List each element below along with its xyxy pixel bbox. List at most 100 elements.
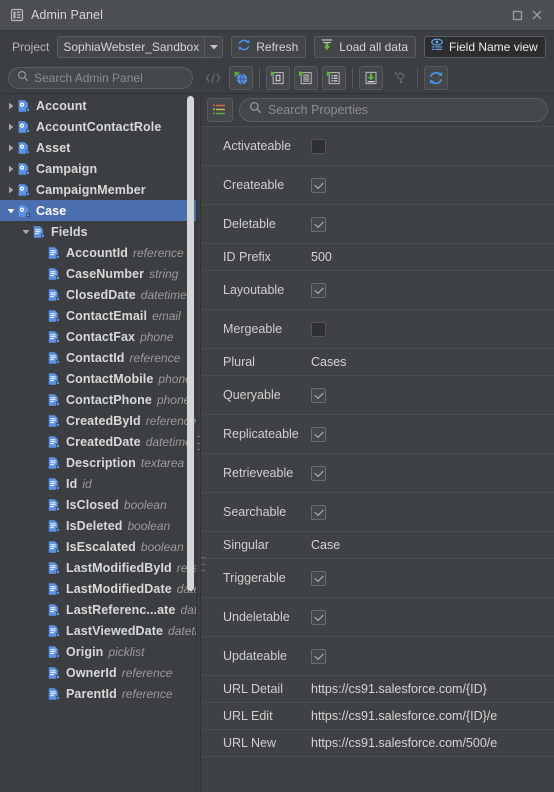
tree-row-lastmodifieddate[interactable]: LastModifiedDatedatetime [0,578,196,599]
tree-row-lastvieweddate[interactable]: LastViewedDate datetime [0,620,196,641]
project-select[interactable]: SophiaWebster_Sandbox [57,35,224,58]
tree-row-ownerid[interactable]: OwnerId reference [0,662,196,683]
object-tree: Account AccountContactRole Asset Campaign Ca… [0,94,196,704]
field-name-view-button[interactable]: Field Name view [424,35,546,58]
sobject-icon [17,141,32,155]
property-row[interactable]: URL Detail https://cs91.salesforce.com/{I… [201,676,554,703]
tree-row-accountcontactrole[interactable]: AccountContactRole [0,116,196,137]
tree-row-description[interactable]: Description textarea [0,452,196,473]
tree-row-label: AccountContactRole [36,119,162,134]
tree-row-fields[interactable]: Fields [0,221,196,242]
tree-row-account[interactable]: Account [0,95,196,116]
property-checkbox[interactable] [311,138,326,154]
tree-row-campaignmember[interactable]: CampaignMember [0,179,196,200]
tree-row-type: reference [133,245,184,260]
tree-row-contactid[interactable]: ContactId reference [0,347,196,368]
tree-row-contactemail[interactable]: ContactEmail email [0,305,196,326]
tree-row-label: Id [66,476,78,491]
refresh-button[interactable]: Refresh [231,35,307,58]
sync-refresh-icon[interactable] [424,65,448,90]
refresh-button-label: Refresh [256,39,299,54]
chevron-right-icon[interactable] [4,123,17,131]
property-row[interactable]: Retrieveable [201,454,554,493]
layout-describe-icon[interactable] [294,65,318,90]
tree-row-isescalated[interactable]: IsEscalated boolean [0,536,196,557]
chevron-right-icon[interactable] [4,165,17,173]
property-key: Plural [223,355,255,369]
sobject-icon [17,120,32,134]
tree-row-isdeleted[interactable]: IsDeleted boolean [0,515,196,536]
chevron-right-icon[interactable] [4,102,17,110]
property-checkbox[interactable] [311,648,326,664]
tree-row-accountid[interactable]: AccountId reference [0,242,196,263]
tree-row-origin[interactable]: Origin picklist [0,641,196,662]
property-row[interactable]: Updateable [201,637,554,676]
tree-row-parentid[interactable]: ParentId reference [0,683,196,704]
property-row[interactable]: Singular Case [201,532,554,559]
tree-row-label: Case [36,203,67,218]
tree-row-createdbyid[interactable]: CreatedById reference [0,410,196,431]
add-key-icon[interactable] [387,66,411,90]
code-view-icon[interactable] [201,66,225,90]
search-admin-panel[interactable]: Search Admin Panel [8,66,193,89]
property-checkbox[interactable] [311,504,326,520]
property-row[interactable]: Searchable [201,493,554,532]
chevron-right-icon[interactable] [4,144,17,152]
tree-row-contactfax[interactable]: ContactFax phone [0,326,196,347]
property-row[interactable]: Queryable [201,376,554,415]
tree-scrollbar[interactable] [187,96,194,591]
tree-row-id[interactable]: Id id [0,473,196,494]
tree-row-case[interactable]: Case [0,200,196,221]
property-row[interactable]: Createable [201,166,554,205]
property-row[interactable]: Mergeable [201,310,554,349]
property-row[interactable]: Activateable [201,127,554,166]
tree-row-createddate[interactable]: CreatedDate datetime [0,431,196,452]
list-describe-icon[interactable] [322,65,346,90]
tree-row-casenumber[interactable]: CaseNumber string [0,263,196,284]
properties-resize-grip[interactable] [201,557,205,571]
tree-row-campaign[interactable]: Campaign [0,158,196,179]
sobject-icon [17,99,32,113]
property-row[interactable]: Plural Cases [201,349,554,376]
chevron-down-icon[interactable] [19,228,32,236]
property-row[interactable]: Triggerable [201,559,554,598]
property-row[interactable]: ID Prefix 500 [201,244,554,271]
tree-row-label: ContactFax [66,329,136,344]
tree-row-isclosed[interactable]: IsClosed boolean [0,494,196,515]
property-checkbox[interactable] [311,426,326,442]
property-row[interactable]: URL New https://cs91.salesforce.com/500/e [201,730,554,757]
property-row[interactable]: Layoutable [201,271,554,310]
close-icon[interactable] [528,6,546,24]
globe-refresh-icon[interactable] [229,65,253,90]
property-checkbox[interactable] [311,177,326,193]
property-row[interactable]: Replicateable [201,415,554,454]
tree-row-lastmodifiedbyid[interactable]: LastModifiedByIdreference [0,557,196,578]
chevron-right-icon[interactable] [4,186,17,194]
search-properties-input[interactable]: Search Properties [239,98,548,122]
field-name-view-icon [430,38,444,55]
tree-row-closeddate[interactable]: ClosedDate datetime [0,284,196,305]
property-checkbox[interactable] [311,216,326,232]
property-key: Replicateable [223,427,299,441]
property-row[interactable]: URL Edit https://cs91.salesforce.com/{ID}… [201,703,554,730]
property-checkbox[interactable] [311,570,326,586]
property-checkbox[interactable] [311,465,326,481]
property-row[interactable]: Undeletable [201,598,554,637]
object-describe-icon[interactable] [266,65,290,90]
tree-row-contactmobile[interactable]: ContactMobile phone [0,368,196,389]
tree-row-lastreferenc-ate[interactable]: LastReferenc...ate datetime [0,599,196,620]
property-checkbox[interactable] [311,387,326,403]
load-all-data-button[interactable]: Load all data [314,35,416,58]
property-checkbox[interactable] [311,609,326,625]
property-value: https://cs91.salesforce.com/{ID}/e [311,709,498,723]
property-checkbox[interactable] [311,321,326,337]
tree-row-asset[interactable]: Asset [0,137,196,158]
property-checkbox[interactable] [311,282,326,298]
restore-window-button[interactable] [508,6,526,24]
properties-list-icon[interactable] [207,98,233,122]
tree-row-contactphone[interactable]: ContactPhone phone [0,389,196,410]
download-data-icon[interactable] [359,65,383,90]
chevron-down-icon[interactable] [4,207,17,215]
toolbar-separator [417,67,418,88]
property-row[interactable]: Deletable [201,205,554,244]
